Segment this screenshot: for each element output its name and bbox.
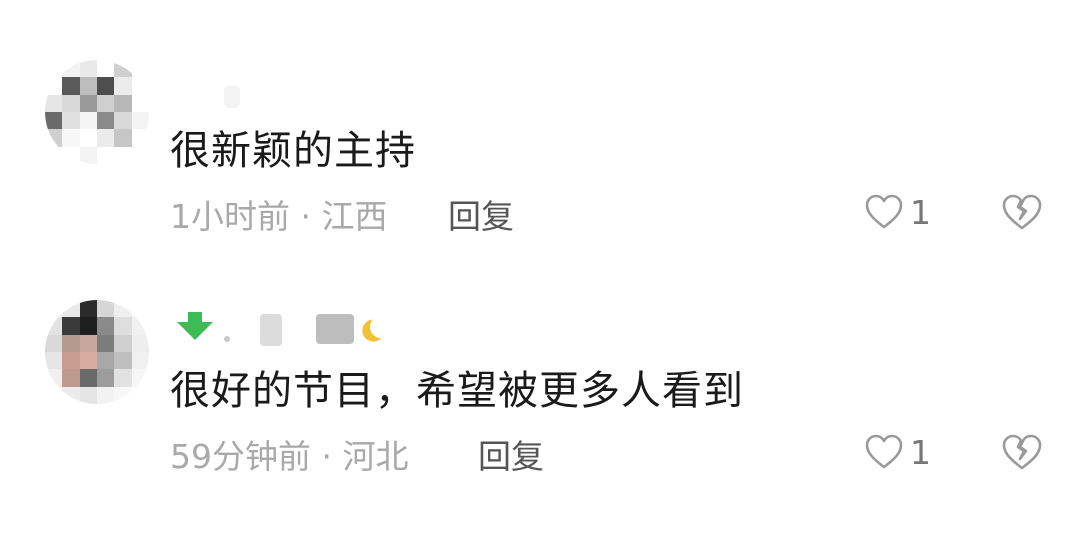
like-button[interactable]: 1	[864, 430, 931, 474]
username-blur	[260, 314, 282, 346]
dislike-button[interactable]	[1000, 192, 1044, 236]
reply-button[interactable]: 回复	[478, 430, 544, 478]
username-blur	[316, 314, 354, 344]
comment-list: 很新颖的主持 1小时前 · 江西 回复 1 很好的节目，希望被更多人看到 59分…	[0, 0, 1080, 539]
comment-text: 很好的节目，希望被更多人看到	[170, 368, 744, 414]
avatar-pixelated	[45, 300, 149, 404]
avatar[interactable]	[45, 300, 149, 404]
avatar-pixelated	[45, 60, 149, 164]
comment-text: 很新颖的主持	[170, 128, 416, 174]
username-blur	[224, 336, 230, 342]
heart-outline-icon	[864, 193, 904, 231]
comment-item: 很新颖的主持 1小时前 · 江西 回复 1	[0, 60, 1080, 260]
reply-button[interactable]: 回复	[448, 190, 514, 238]
comment-time-location: 59分钟前 · 河北	[170, 437, 409, 476]
dislike-button[interactable]	[1000, 432, 1044, 476]
moon-icon	[367, 313, 395, 341]
avatar[interactable]	[45, 60, 149, 164]
like-count: 1	[910, 432, 931, 472]
heart-outline-icon	[864, 433, 904, 471]
like-count: 1	[910, 192, 931, 232]
like-button[interactable]: 1	[864, 190, 931, 234]
username-blur	[224, 86, 240, 108]
broken-heart-icon	[1000, 434, 1044, 476]
comment-time-location: 1小时前 · 江西	[170, 197, 388, 236]
broken-heart-icon	[1000, 194, 1044, 236]
comment-item: 很好的节目，希望被更多人看到 59分钟前 · 河北 回复 1	[0, 300, 1080, 500]
